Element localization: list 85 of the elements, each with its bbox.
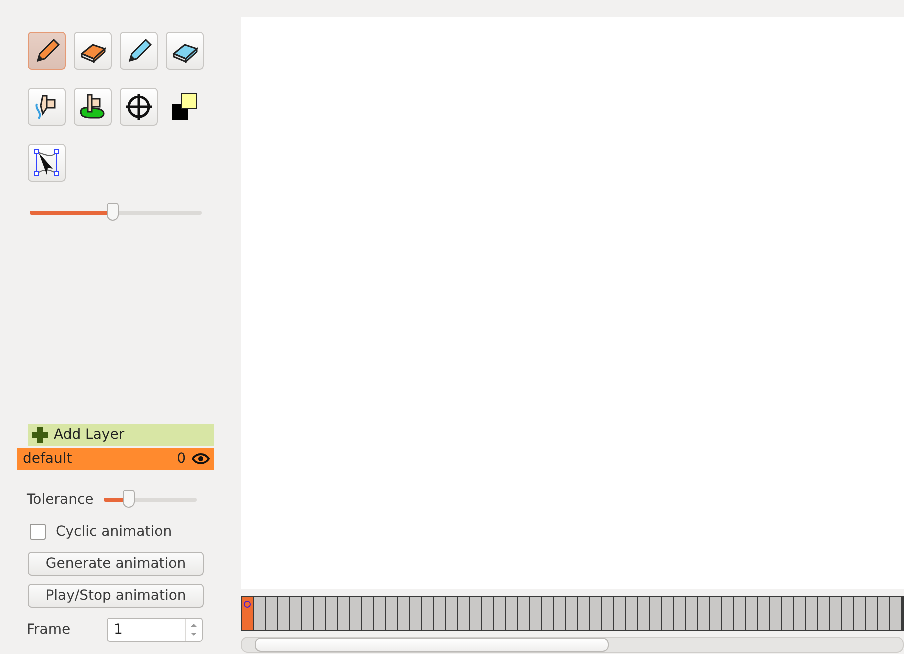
layer-count: 0: [177, 451, 186, 467]
crosshair-icon: [125, 93, 153, 121]
frame-cell[interactable]: [338, 597, 349, 630]
frame-cell[interactable]: [878, 597, 889, 630]
add-layer-button[interactable]: Add Layer: [28, 424, 214, 446]
scrollbar-thumb[interactable]: [255, 638, 609, 652]
frame-cell[interactable]: [662, 597, 673, 630]
eye-icon[interactable]: [192, 453, 210, 465]
tolerance-label: Tolerance: [27, 492, 94, 508]
frame-cell[interactable]: [854, 597, 865, 630]
frame-cell[interactable]: [554, 597, 565, 630]
frame-cell[interactable]: [614, 597, 625, 630]
horizontal-scrollbar[interactable]: [241, 637, 904, 653]
frame-cell[interactable]: [578, 597, 589, 630]
frame-cell[interactable]: [650, 597, 661, 630]
frame-cell[interactable]: [410, 597, 421, 630]
frame-cell[interactable]: [782, 597, 793, 630]
layer-name: default: [23, 451, 74, 467]
frame-cell[interactable]: [770, 597, 781, 630]
action-button[interactable]: Play/Stop animation: [28, 584, 204, 608]
frame-cell[interactable]: [566, 597, 577, 630]
frame-cell[interactable]: [290, 597, 301, 630]
frame-cell[interactable]: [674, 597, 685, 630]
frame-cell[interactable]: [794, 597, 805, 630]
frame-cell[interactable]: [818, 597, 829, 630]
cyclic-label: Cyclic animation: [56, 524, 172, 540]
frame-cell[interactable]: [326, 597, 337, 630]
frame-cell[interactable]: [686, 597, 697, 630]
color-swatch-icon[interactable]: [171, 93, 199, 121]
frame-cell[interactable]: [434, 597, 445, 630]
plus-icon: [32, 427, 48, 443]
frame-input[interactable]: 1: [108, 619, 185, 641]
frame-cell[interactable]: [374, 597, 385, 630]
slider-handle[interactable]: [122, 490, 135, 508]
frame-label: Frame: [27, 622, 72, 638]
frame-cell[interactable]: [542, 597, 553, 630]
frame-cell[interactable]: [422, 597, 433, 630]
frame-cell[interactable]: [398, 597, 409, 630]
frame-cell[interactable]: [386, 597, 397, 630]
frame-cell[interactable]: [806, 597, 817, 630]
frame-cell[interactable]: [590, 597, 601, 630]
frame-cell[interactable]: [638, 597, 649, 630]
frame-cell[interactable]: [602, 597, 613, 630]
tool-button[interactable]: [166, 32, 204, 70]
tool-button[interactable]: [120, 88, 158, 126]
frame-cell[interactable]: [482, 597, 493, 630]
frame-cell[interactable]: [302, 597, 313, 630]
frame-cell[interactable]: [842, 597, 853, 630]
tool-button[interactable]: [28, 32, 66, 70]
frame-cell[interactable]: [734, 597, 745, 630]
tool-button[interactable]: [28, 144, 66, 182]
frame-cell[interactable]: [362, 597, 373, 630]
cyclic-checkbox[interactable]: [30, 524, 46, 540]
frame-cell[interactable]: [242, 597, 253, 630]
frame-cell[interactable]: [758, 597, 769, 630]
frame-cell[interactable]: [494, 597, 505, 630]
frame-cell[interactable]: [458, 597, 469, 630]
tool-button[interactable]: [28, 88, 66, 126]
frame-cell[interactable]: [866, 597, 877, 630]
frame-cell[interactable]: [314, 597, 325, 630]
frame-cell[interactable]: [254, 597, 265, 630]
frame-cell[interactable]: [350, 597, 361, 630]
frame-cell[interactable]: [506, 597, 517, 630]
frame-cell[interactable]: [626, 597, 637, 630]
frame-cell[interactable]: [710, 597, 721, 630]
action-button[interactable]: Generate animation: [28, 552, 204, 576]
frame-cell[interactable]: [446, 597, 457, 630]
frame-cell[interactable]: [722, 597, 733, 630]
frame-cell[interactable]: [890, 597, 901, 630]
frame-cell[interactable]: [746, 597, 757, 630]
frame-cell[interactable]: [530, 597, 541, 630]
frame-cell[interactable]: [698, 597, 709, 630]
tool-button[interactable]: [120, 32, 158, 70]
select-nodes-icon: [33, 148, 61, 178]
frame-cell[interactable]: [266, 597, 277, 630]
spin-arrows-icon[interactable]: [191, 623, 197, 637]
tool-button[interactable]: [74, 32, 112, 70]
tool-button[interactable]: [74, 88, 112, 126]
frame-cell[interactable]: [470, 597, 481, 630]
slider-handle[interactable]: [106, 203, 119, 221]
frame-cell[interactable]: [830, 597, 841, 630]
frame-cell[interactable]: [278, 597, 289, 630]
frame-cell[interactable]: [518, 597, 529, 630]
frame-spinbox[interactable]: 1: [107, 618, 203, 642]
layer-row[interactable]: default 0: [17, 448, 214, 470]
